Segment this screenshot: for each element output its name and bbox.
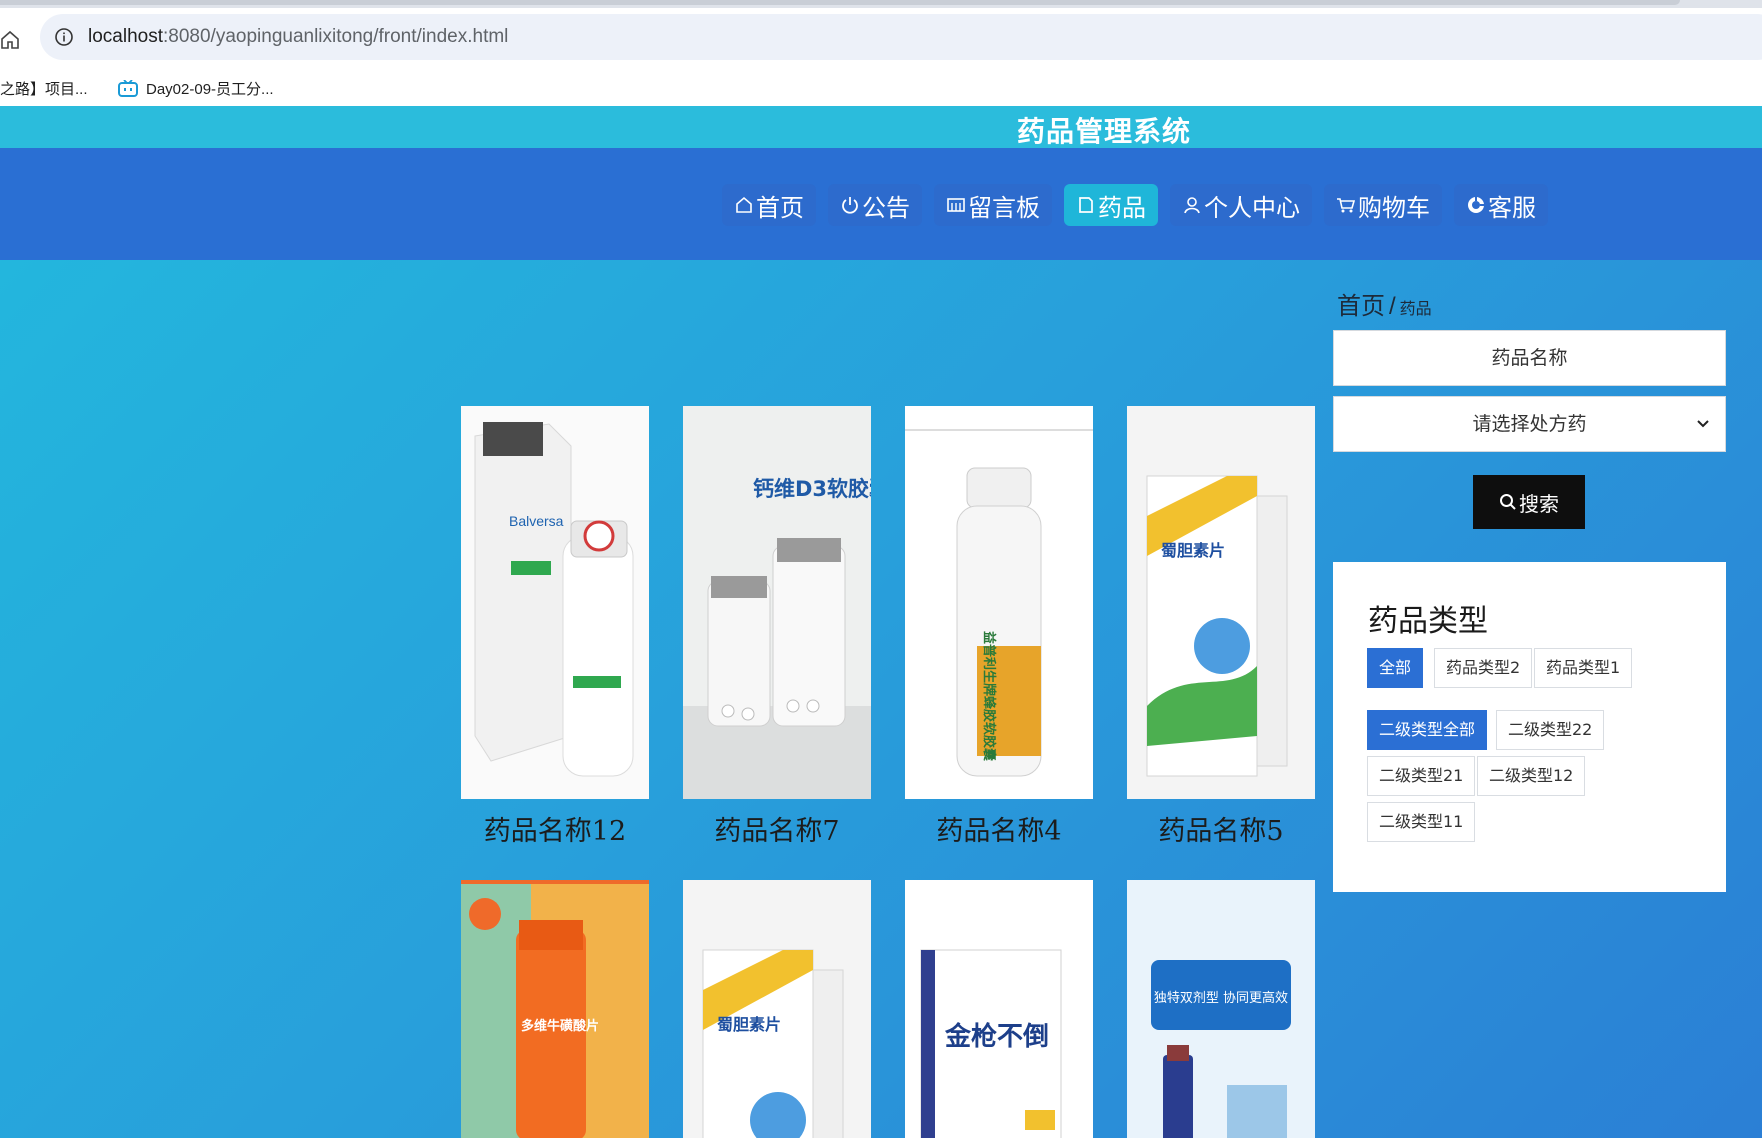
subcategory-tag[interactable]: 二级类型12 <box>1477 756 1586 796</box>
product-card[interactable]: 蜀胆素片 药品名称5 <box>1127 406 1315 848</box>
product-image[interactable]: Balversa <box>461 406 649 799</box>
home-icon[interactable] <box>0 30 20 50</box>
cart-icon <box>1337 198 1356 213</box>
oral-liquid-image: 独特双剂型 协同更高效 <box>1127 880 1315 1138</box>
product-card[interactable]: 钙维D3软胶囊 药品名称7 <box>683 406 871 848</box>
medicine-bottles-image: 钙维D3软胶囊 <box>683 406 871 799</box>
nav-label: 个人中心 <box>1204 193 1300 222</box>
subcategory-tag[interactable]: 二级类型22 <box>1496 710 1605 750</box>
bookmarks-bar: 之路】项目... Day02-09-员工分... <box>0 70 1762 106</box>
orange-bottle-image: 多维牛磺酸片 <box>461 880 649 1138</box>
product-card[interactable]: Balversa 药品名称12 <box>461 406 649 848</box>
prescription-select-value: 请选择处方药 <box>1472 413 1587 435</box>
search-icon <box>1500 494 1516 510</box>
product-name: 药品名称4 <box>936 816 1062 847</box>
product-image-text: 多维牛磺酸片 <box>521 1018 599 1034</box>
bookmark-item[interactable]: Day02-09-员工分... <box>118 78 274 99</box>
breadcrumb-separator: / <box>1389 293 1396 320</box>
power-icon <box>842 197 858 214</box>
nav-label: 首页 <box>756 193 804 222</box>
nav-label: 留言板 <box>968 193 1040 222</box>
chevron-down-icon <box>1697 420 1709 428</box>
main-content: 首页 / 药品 药品名称 请选择处方药 搜索 药品类型 全部 药品类型2 药品类型1… <box>0 260 1762 1138</box>
main-nav-bar: 首页 公告 留言板 药品 个人中心 购物车 客服 <box>0 148 1762 260</box>
nav-label: 购物车 <box>1358 193 1430 222</box>
product-name: 药品名称7 <box>714 816 840 847</box>
breadcrumb-home[interactable]: 首页 <box>1337 293 1385 320</box>
product-card[interactable]: 蜀胆素片 <box>683 880 871 1138</box>
supplement-bottle-image: 益普利生牌蜂胶软胶囊 <box>905 406 1093 799</box>
site-title-bar: 药品管理系统 <box>0 106 1762 148</box>
product-image[interactable]: 钙维D3软胶囊 <box>683 406 871 799</box>
product-image-text: 钙维D3软胶囊 <box>753 477 871 501</box>
subcategory-tag-all[interactable]: 二级类型全部 <box>1367 710 1488 750</box>
nav-item-message-board[interactable]: 留言板 <box>934 184 1052 226</box>
nav-item-cart[interactable]: 购物车 <box>1324 184 1442 226</box>
medicine-box-image: 金枪不倒 <box>905 880 1093 1138</box>
user-icon <box>1184 197 1200 214</box>
product-image-text: 蜀胆素片 <box>1161 541 1225 560</box>
product-name: 药品名称12 <box>483 816 627 847</box>
category-tag[interactable]: 药品类型1 <box>1534 648 1633 688</box>
site-title: 药品管理系统 <box>1017 115 1192 148</box>
home-icon <box>736 196 752 213</box>
bookmark-label: Day02-09-员工分... <box>146 81 274 98</box>
product-image-text: 独特双剂型 协同更高效 <box>1154 990 1288 1006</box>
nav-item-medicine[interactable]: 药品 <box>1064 184 1158 226</box>
product-card[interactable]: 益普利生牌蜂胶软胶囊 药品名称4 <box>905 406 1093 848</box>
nav-label: 公告 <box>862 193 910 222</box>
medicine-box-image: Balversa <box>461 406 649 799</box>
message-icon <box>947 198 965 212</box>
breadcrumb: 首页 / 药品 <box>1337 286 1432 321</box>
product-image-text: Balversa <box>509 513 564 529</box>
product-image[interactable]: 蜀胆素片 <box>683 880 871 1138</box>
nav-item-notice[interactable]: 公告 <box>828 184 922 226</box>
product-image[interactable]: 金枪不倒 <box>905 880 1093 1138</box>
product-image[interactable]: 独特双剂型 协同更高效 <box>1127 880 1315 1138</box>
url-bar[interactable]: localhost:8080/yaopinguanlixitong/front/… <box>40 14 1762 60</box>
doc-icon <box>1079 197 1093 213</box>
product-card[interactable]: 多维牛磺酸片 <box>461 880 649 1138</box>
breadcrumb-current: 药品 <box>1399 301 1432 318</box>
support-icon <box>1468 197 1484 213</box>
nav-label: 客服 <box>1488 193 1536 222</box>
bookmark-label: 之路】项目... <box>0 81 88 98</box>
nav-item-support[interactable]: 客服 <box>1454 184 1548 226</box>
medicine-name-input[interactable]: 药品名称 <box>1333 330 1726 386</box>
tv-icon <box>118 79 138 97</box>
url-text[interactable]: localhost:8080/yaopinguanlixitong/front/… <box>88 26 508 48</box>
product-image[interactable]: 蜀胆素片 <box>1127 406 1315 799</box>
medicine-box-image: 蜀胆素片 <box>1127 406 1315 799</box>
category-tag-all[interactable]: 全部 <box>1367 648 1424 688</box>
url-path: :8080/yaopinguanlixitong/front/index.htm… <box>163 26 509 47</box>
address-bar-row: localhost:8080/yaopinguanlixitong/front/… <box>0 8 1762 70</box>
product-name: 药品名称5 <box>1158 816 1284 847</box>
product-card[interactable]: 金枪不倒 <box>905 880 1093 1138</box>
browser-top-strip <box>0 0 1762 8</box>
nav-item-home[interactable]: 首页 <box>722 184 816 226</box>
nav-item-profile[interactable]: 个人中心 <box>1170 184 1312 226</box>
medicine-box-image: 蜀胆素片 <box>683 880 871 1138</box>
bookmark-item[interactable]: 之路】项目... <box>0 78 88 99</box>
product-image-text: 金枪不倒 <box>944 1021 1049 1052</box>
category-tag[interactable]: 药品类型2 <box>1434 648 1533 688</box>
main-nav: 首页 公告 留言板 药品 个人中心 购物车 客服 <box>722 184 1548 226</box>
prescription-select[interactable]: 请选择处方药 <box>1333 396 1726 452</box>
search-button[interactable]: 搜索 <box>1473 475 1585 529</box>
category-panel: 药品类型 全部 药品类型2 药品类型1 二级类型全部 二级类型22 二级类型21… <box>1333 562 1726 892</box>
subcategory-tag[interactable]: 二级类型11 <box>1367 802 1476 842</box>
search-button-label: 搜索 <box>1519 491 1559 516</box>
product-image[interactable]: 益普利生牌蜂胶软胶囊 <box>905 406 1093 799</box>
product-card[interactable]: 独特双剂型 协同更高效 <box>1127 880 1315 1138</box>
category-title: 药品类型 <box>1368 604 1488 639</box>
product-image-text: 蜀胆素片 <box>717 1015 781 1034</box>
subcategory-tag[interactable]: 二级类型21 <box>1367 756 1476 796</box>
product-image[interactable]: 多维牛磺酸片 <box>461 880 649 1138</box>
url-host: localhost <box>88 26 163 47</box>
nav-label: 药品 <box>1098 193 1146 222</box>
product-image-text: 益普利生牌蜂胶软胶囊 <box>981 631 997 762</box>
info-icon[interactable] <box>54 27 74 47</box>
tab-strip-scroll <box>0 0 1680 5</box>
